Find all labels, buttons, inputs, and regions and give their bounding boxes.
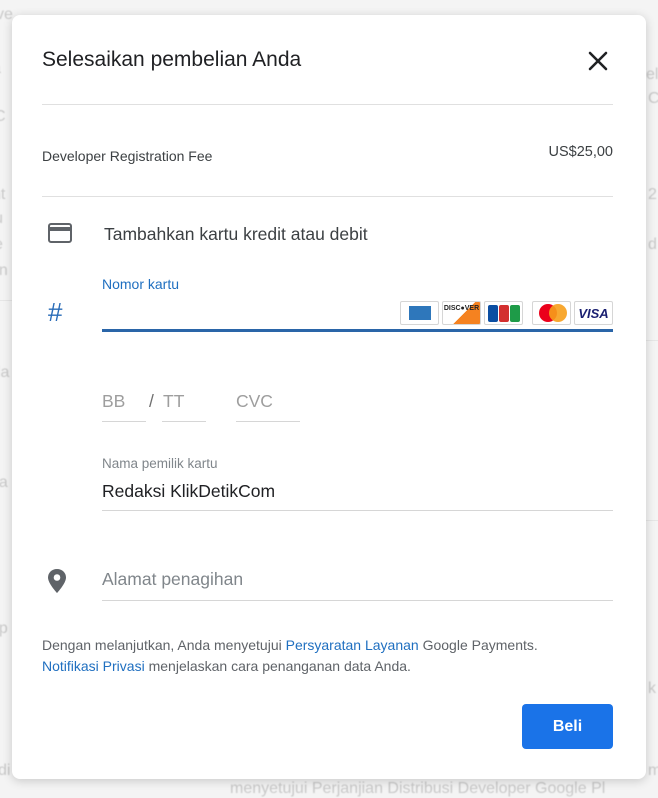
background-text: C [648, 90, 658, 107]
background-text: ep [0, 620, 8, 637]
background-text: ela [0, 364, 10, 381]
item-name: Developer Registration Fee [42, 148, 213, 164]
close-button[interactable] [584, 47, 612, 75]
expiry-month-input[interactable]: BB [102, 391, 125, 412]
hash-icon: # [48, 297, 63, 327]
background-text: menyetujui Perjanjian Distribusi Develop… [230, 780, 606, 797]
background-text: e [0, 236, 3, 254]
jcb-logo [484, 301, 523, 325]
expiry-separator: / [149, 391, 154, 411]
add-card-heading: Tambahkan kartu kredit atau debit [104, 224, 368, 244]
background-text: el [646, 66, 658, 83]
location-pin-icon [47, 568, 67, 599]
item-price: US$25,00 [548, 144, 614, 160]
background-text: nt [0, 186, 6, 203]
expiry-year-underline [162, 421, 206, 422]
expiry-year-input[interactable]: TT [163, 391, 184, 412]
background-divider [646, 520, 658, 521]
close-icon [588, 51, 608, 71]
purchase-dialog: Selesaikan pembelian Anda Developer Regi… [12, 15, 646, 779]
dialog-title: Selesaikan pembelian Anda [42, 48, 302, 71]
background-text: a [0, 60, 1, 78]
credit-card-icon [48, 223, 72, 248]
privacy-notice-link[interactable]: Notifikasi Privasi [42, 658, 145, 674]
billing-address-input[interactable]: Alamat penagihan [102, 569, 243, 590]
visa-logo: VISA [574, 301, 613, 325]
item-divider [42, 196, 613, 197]
expiry-month-underline [102, 421, 146, 422]
amex-logo [400, 301, 439, 325]
background-divider [646, 340, 658, 341]
header-divider [42, 104, 613, 105]
background-text: di [0, 762, 11, 779]
background-text: k [648, 680, 656, 697]
background-text: C [0, 108, 6, 126]
buy-button[interactable]: Beli [522, 704, 613, 749]
card-number-label: Nomor kartu [102, 276, 180, 292]
cardholder-input[interactable]: Redaksi KlikDetikCom [102, 481, 275, 502]
terms-of-service-link[interactable]: Persyaratan Layanan [286, 637, 419, 653]
mastercard-logo [532, 301, 571, 325]
background-text: m [648, 762, 658, 779]
legal-text: Google Payments. [418, 637, 538, 653]
cvc-input[interactable]: CVC [236, 391, 273, 412]
legal-text: menjelaskan cara penanganan data Anda. [144, 658, 411, 674]
cvc-underline [236, 421, 300, 422]
background-text: u [0, 210, 3, 228]
background-text: d [648, 236, 657, 253]
background-text: en [0, 262, 8, 279]
billing-address-underline [102, 600, 613, 601]
background-text: ve [0, 6, 13, 23]
background-divider [0, 300, 12, 301]
legal-text: Dengan melanjutkan, Anda menyetujui [42, 637, 286, 653]
discover-logo: DISC●VER [442, 301, 481, 325]
legal-notice: Dengan melanjutkan, Anda menyetujui Pers… [42, 635, 622, 677]
cardholder-underline [102, 510, 613, 511]
background-text: 2 [648, 186, 657, 203]
accepted-cards: DISC●VER VISA [400, 301, 613, 325]
background-text: pa [0, 474, 8, 491]
cardholder-label: Nama pemilik kartu [102, 456, 218, 471]
card-number-input[interactable]: DISC●VER VISA [102, 297, 613, 332]
